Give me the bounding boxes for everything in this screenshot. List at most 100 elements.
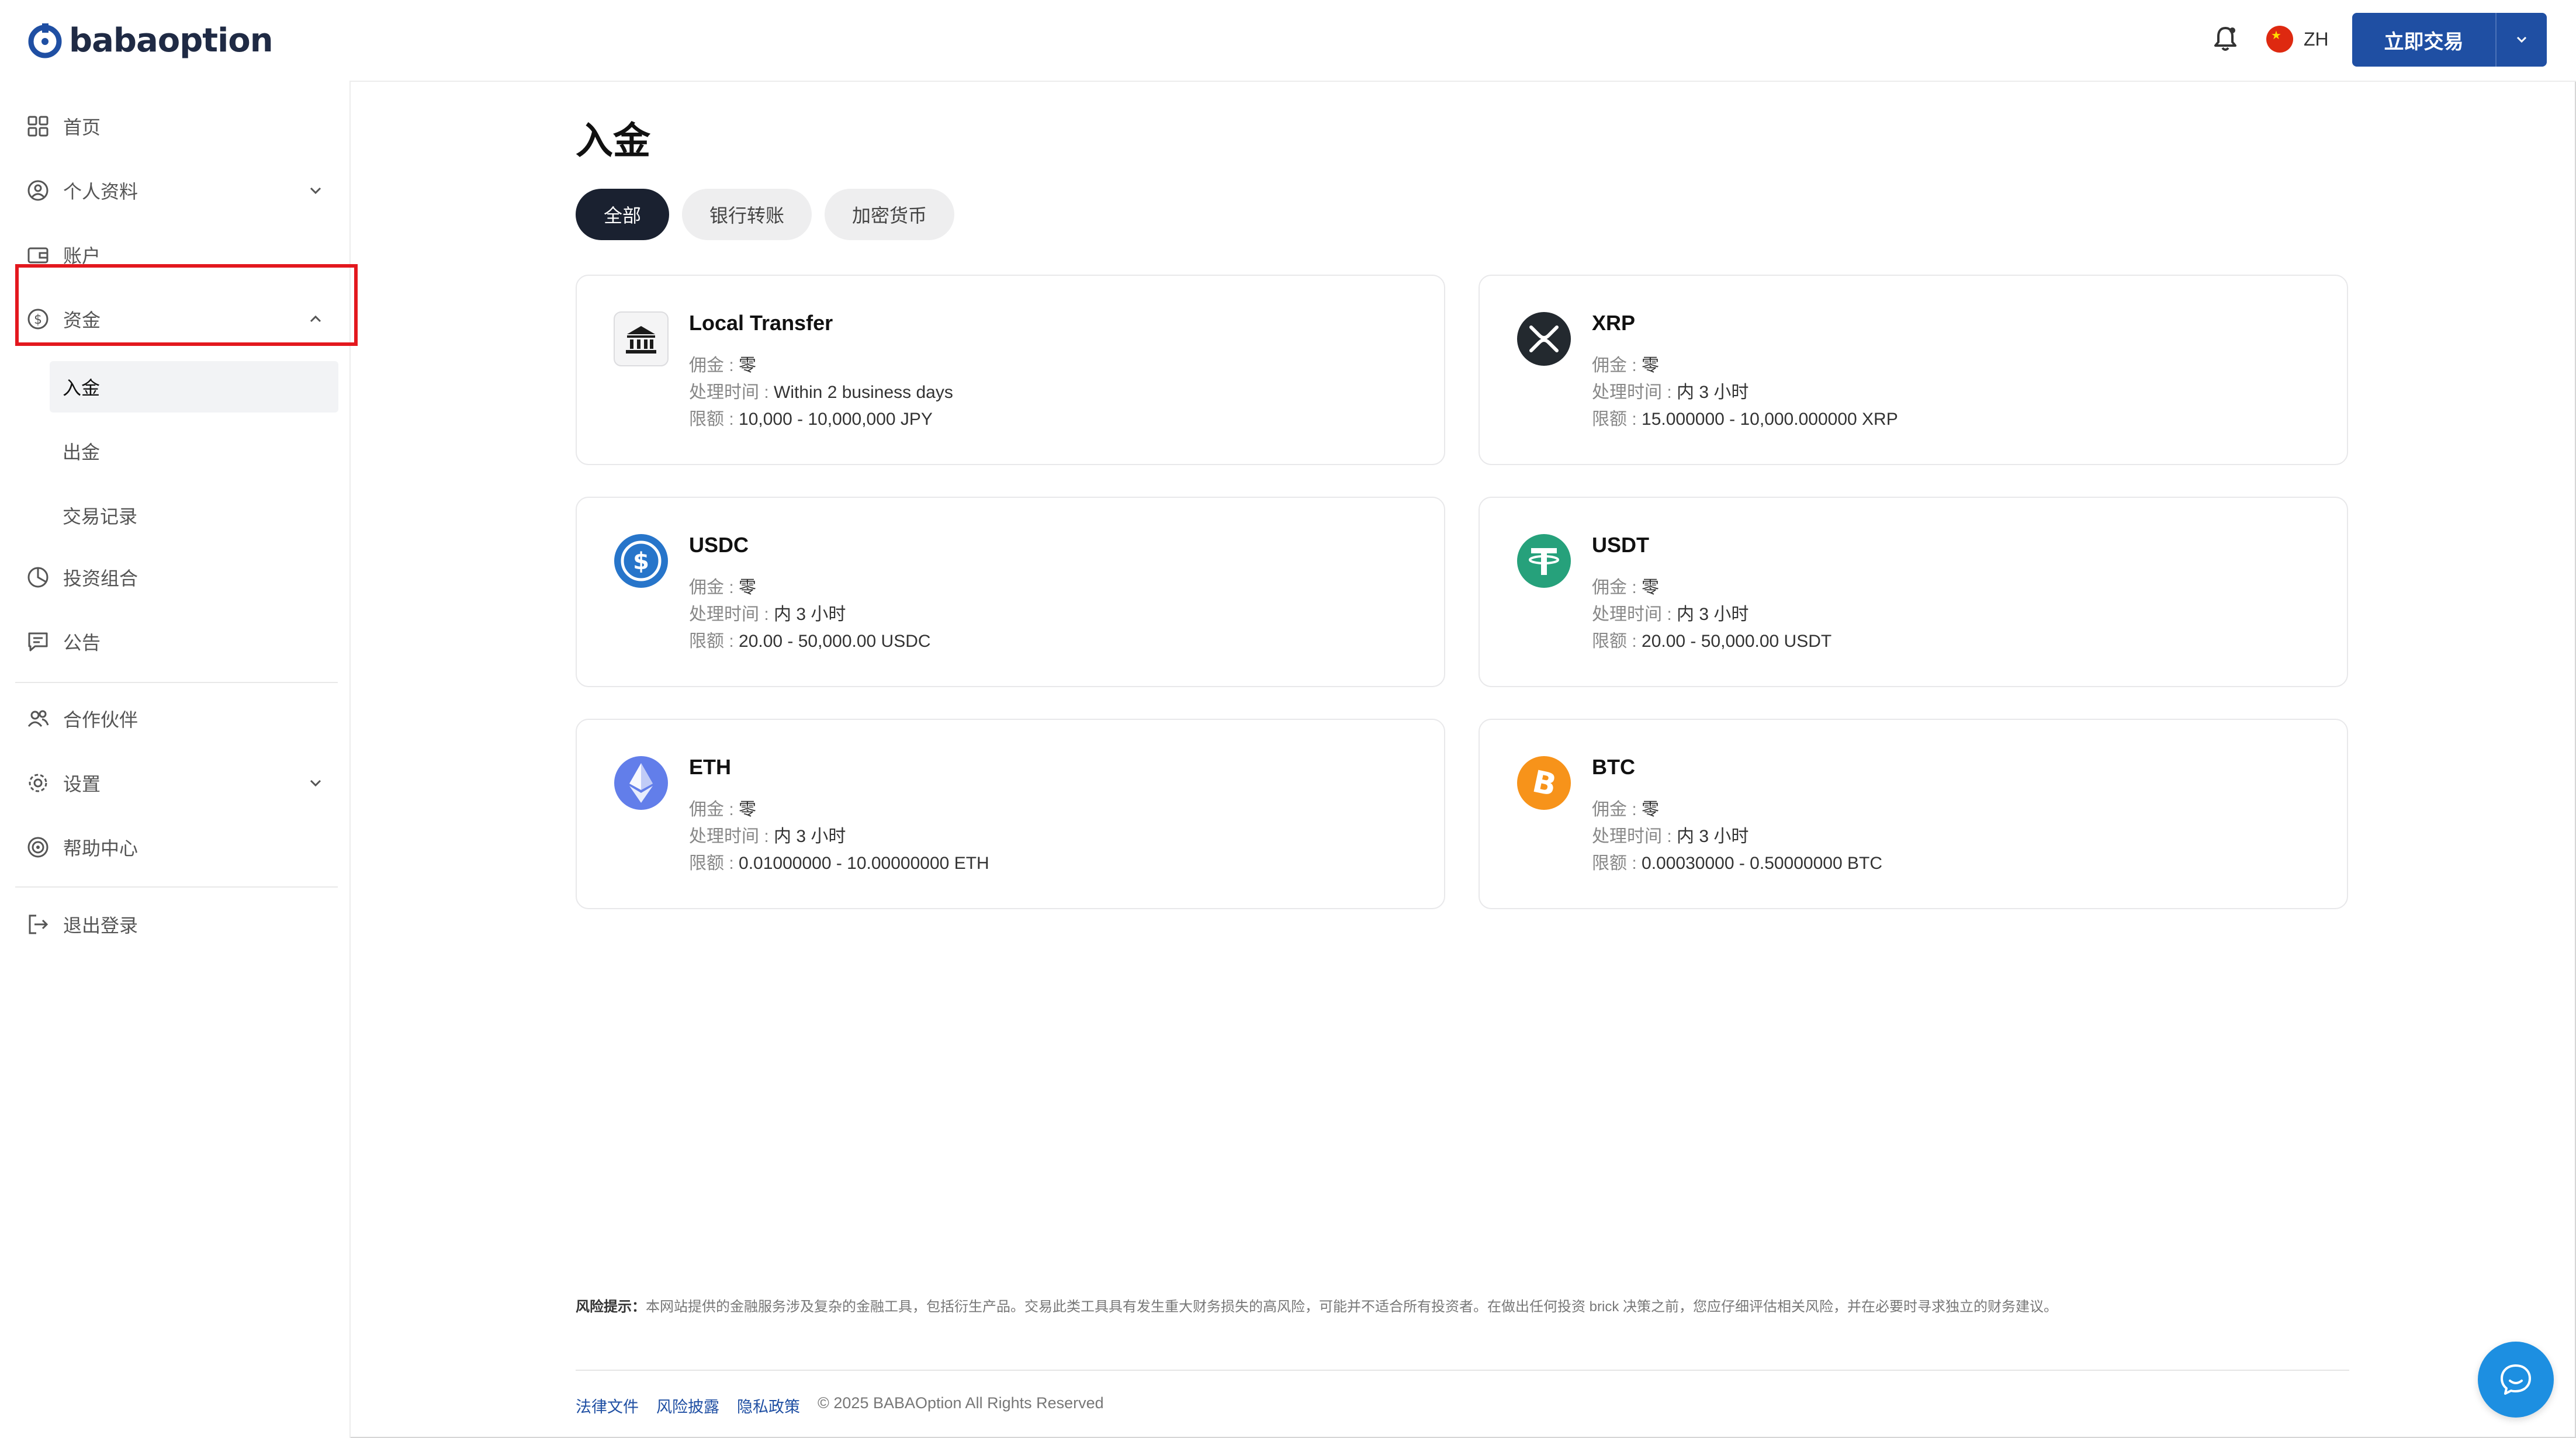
limit-label: 限额 :: [689, 854, 734, 873]
trade-now-button[interactable]: 立即交易: [2352, 13, 2547, 67]
xrp-icon: [1517, 312, 1571, 366]
card-limit: 限额 : 20.00 - 50,000.00 USDT: [1592, 626, 1831, 652]
bank-icon: [614, 311, 669, 366]
footer-link-legal[interactable]: 法律文件: [576, 1394, 639, 1417]
tab-bank-transfer[interactable]: 银行转账: [682, 189, 812, 240]
sidebar-item-label: 首页: [63, 117, 101, 138]
tab-all[interactable]: 全部: [576, 189, 669, 240]
limit-value: 20.00 - 50,000.00 USDT: [1642, 632, 1832, 651]
sidebar-subitem-transactions[interactable]: 交易记录: [50, 490, 338, 541]
chat-icon: [2501, 1364, 2531, 1395]
card-title: BTC: [1592, 755, 1635, 779]
sidebar-item-label: 帮助中心: [63, 838, 139, 859]
risk-warning: 风险提示：本网站提供的金融服务涉及复杂的金融工具，包括衍生产品。交易此类工具具有…: [576, 1295, 2058, 1315]
user-circle-icon: [27, 180, 49, 201]
users-icon: [27, 710, 49, 727]
page-title: 入金: [576, 120, 650, 162]
logo-text: babaoption: [69, 21, 273, 60]
sidebar-item-label: 个人资料: [63, 181, 139, 202]
deposit-method-tabs: 全部 银行转账 加密货币: [576, 189, 967, 240]
time-value: 内 3 小时: [1677, 827, 1749, 846]
message-icon: [28, 632, 48, 652]
footer-divider: [576, 1370, 2349, 1371]
payment-method-card[interactable]: USDT 佣金 : 零 处理时间 : 内 3 小时 限额 : 20.00 - 5…: [1479, 497, 2348, 687]
trade-dropdown-toggle[interactable]: [2497, 32, 2547, 48]
grid-icon: [27, 116, 49, 137]
sidebar-item-settings[interactable]: 设置: [27, 765, 325, 801]
fee-value: 零: [1642, 356, 1660, 375]
fee-label: 佣金 :: [1592, 800, 1637, 819]
payment-method-card[interactable]: $ USDC 佣金 : 零 处理时间 : 内 3 小时 限额 : 20.00 -…: [576, 497, 1445, 687]
sidebar-item-label: 公告: [63, 632, 101, 653]
payment-method-card[interactable]: XRP 佣金 : 零 处理时间 : 内 3 小时 限额 : 15.000000 …: [1479, 275, 2348, 465]
fee-label: 佣金 :: [689, 800, 734, 819]
payment-method-card[interactable]: Local Transfer 佣金 : 零 处理时间 : Within 2 bu…: [576, 275, 1445, 465]
help-icon: [27, 837, 49, 858]
payment-method-card[interactable]: B BTC 佣金 : 零 处理时间 : 内 3 小时 限额 : 0.000300…: [1479, 719, 2348, 909]
card-fee: 佣金 : 零: [689, 351, 756, 376]
sidebar-subitem-withdraw[interactable]: 出金: [50, 425, 338, 477]
sidebar-item-home[interactable]: 首页: [27, 109, 325, 144]
limit-label: 限额 :: [1592, 632, 1637, 651]
tab-crypto[interactable]: 加密货币: [825, 189, 954, 240]
chat-support-button[interactable]: [2478, 1342, 2554, 1418]
card-title: ETH: [689, 755, 731, 779]
brand-logo[interactable]: babaoption: [27, 20, 273, 61]
language-label: ZH: [2304, 28, 2329, 50]
card-title: USDC: [689, 533, 749, 557]
card-limit: 限额 : 10,000 - 10,000,000 JPY: [689, 404, 933, 430]
svg-text:$: $: [633, 548, 649, 575]
card-limit: 限额 : 0.01000000 - 10.00000000 ETH: [689, 848, 989, 874]
risk-text: 本网站提供的金融服务涉及复杂的金融工具，包括衍生产品。交易此类工具具有发生重大财…: [646, 1299, 2058, 1315]
card-fee: 佣金 : 零: [1592, 351, 1659, 376]
card-title: USDT: [1592, 533, 1649, 557]
fee-value: 零: [739, 578, 757, 597]
time-label: 处理时间 :: [689, 827, 769, 846]
sidebar-subitem-deposit[interactable]: 入金: [50, 361, 338, 413]
card-processing-time: 处理时间 : 内 3 小时: [1592, 822, 1749, 847]
time-value: 内 3 小时: [1677, 383, 1749, 402]
chevron-down-icon: [2516, 36, 2527, 43]
card-fee: 佣金 : 零: [1592, 795, 1659, 820]
footer-link-privacy[interactable]: 隐私政策: [737, 1394, 800, 1417]
card-limit: 限额 : 0.00030000 - 0.50000000 BTC: [1592, 848, 1882, 874]
chevron-down-icon: [310, 187, 321, 195]
fee-value: 零: [1642, 800, 1660, 819]
sidebar-item-help[interactable]: 帮助中心: [27, 830, 325, 865]
copyright: © 2025 BABAOption All Rights Reserved: [818, 1394, 1104, 1412]
time-label: 处理时间 :: [1592, 383, 1672, 402]
time-value: 内 3 小时: [774, 827, 846, 846]
eth-icon: [614, 756, 668, 810]
sidebar-item-partners[interactable]: 合作伙伴: [27, 701, 325, 736]
card-processing-time: 处理时间 : Within 2 business days: [689, 377, 953, 403]
card-processing-time: 处理时间 : 内 3 小时: [689, 600, 846, 625]
limit-label: 限额 :: [689, 632, 734, 651]
logout-icon: [29, 914, 49, 934]
notification-bell-icon[interactable]: [2213, 25, 2238, 53]
time-value: 内 3 小时: [1677, 605, 1749, 624]
fee-value: 零: [1642, 578, 1660, 597]
limit-value: 15.000000 - 10,000.000000 XRP: [1642, 410, 1898, 429]
card-title: Local Transfer: [689, 311, 833, 335]
sidebar-divider: [15, 886, 338, 888]
time-label: 处理时间 :: [1592, 605, 1672, 624]
sidebar-item-logout[interactable]: 退出登录: [27, 907, 325, 942]
sidebar-item-profile[interactable]: 个人资料: [27, 173, 325, 208]
time-value: 内 3 小时: [774, 605, 846, 624]
time-label: 处理时间 :: [689, 605, 769, 624]
payment-method-card[interactable]: ETH 佣金 : 零 处理时间 : 内 3 小时 限额 : 0.01000000…: [576, 719, 1445, 909]
sidebar-item-portfolio[interactable]: 投资组合: [27, 560, 325, 595]
card-processing-time: 处理时间 : 内 3 小时: [1592, 600, 1749, 625]
logo-mark-icon: [28, 23, 62, 58]
usdc-icon: $: [614, 534, 668, 588]
limit-value: 10,000 - 10,000,000 JPY: [739, 410, 933, 429]
sidebar-item-announcements[interactable]: 公告: [27, 624, 325, 659]
language-selector[interactable]: ★ ZH: [2266, 26, 2329, 53]
sidebar-item-label: 设置: [63, 774, 101, 795]
limit-label: 限额 :: [1592, 410, 1637, 429]
footer-link-risk[interactable]: 风险披露: [656, 1394, 719, 1417]
limit-label: 限额 :: [689, 410, 734, 429]
chevron-down-icon: [310, 779, 321, 787]
china-flag-icon: ★: [2266, 26, 2293, 53]
highlight-annotation: [15, 264, 358, 346]
